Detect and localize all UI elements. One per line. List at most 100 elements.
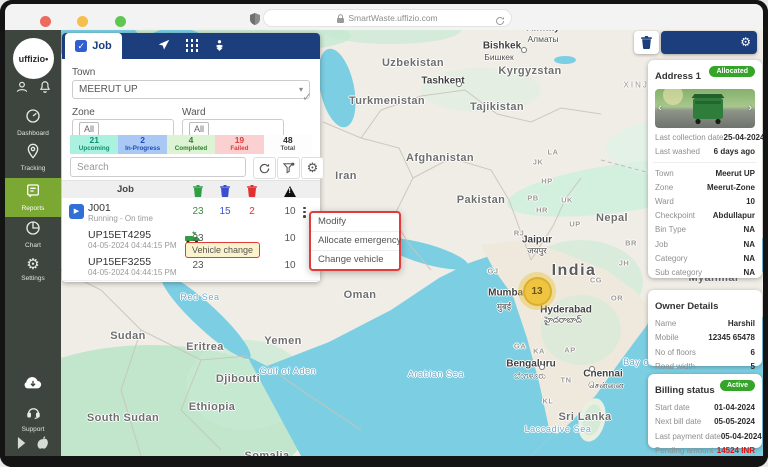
row-menu-icon[interactable] [303, 205, 306, 219]
cloud-sync-button[interactable] [5, 375, 61, 395]
window-frame [763, 0, 768, 467]
menu-item-allocate-emergency[interactable]: Allocate emergency [311, 232, 399, 251]
count-blue: 15 [214, 206, 236, 217]
reports-icon [25, 183, 41, 204]
job-column-header: Job [117, 184, 134, 195]
sidebar-item-settings[interactable]: ⚙ Settings [5, 256, 61, 282]
count-warning: 10 [279, 233, 301, 244]
detail-row: Bin TypeNA [655, 225, 755, 234]
google-play-icon[interactable] [17, 436, 28, 454]
address-title: Address 1 [655, 71, 701, 82]
detail-row: CategoryNA [655, 254, 755, 263]
count-green: 23 [187, 206, 209, 217]
tab-job[interactable]: ✓ Job [65, 33, 122, 59]
active-badge: Active [720, 380, 755, 391]
stat-completed[interactable]: 4Completed [167, 135, 215, 154]
town-select[interactable]: MEERUT UP ▾ [72, 80, 310, 99]
detail-row: Start date01-04-2024 [655, 403, 755, 412]
stat-total[interactable]: 48Total [264, 135, 312, 154]
detail-row: JobNA [655, 240, 755, 249]
town-label: Town [72, 67, 95, 78]
apple-icon[interactable] [37, 436, 49, 454]
vehicle-change-tooltip: Vehicle change [185, 242, 260, 258]
menu-item-change-vehicle[interactable]: Change vehicle [311, 251, 399, 269]
window-frame [0, 0, 768, 4]
count-warning: 10 [279, 260, 301, 271]
bin-photo[interactable]: ‹ › [655, 89, 755, 128]
window-zoom-button[interactable] [115, 16, 126, 27]
sidebar-label: Reports [5, 205, 61, 212]
filter-button[interactable] [277, 157, 300, 179]
apply-filter-check-icon[interactable]: ✓ [302, 90, 312, 104]
gear-icon[interactable]: ⚙ [740, 35, 751, 49]
carousel-prev-icon[interactable]: ‹ [658, 102, 662, 114]
sidebar-item-chart[interactable]: Chart [5, 220, 61, 249]
count-red: 2 [241, 206, 263, 217]
settings-button[interactable]: ⚙ [301, 157, 324, 179]
user-icon[interactable] [15, 80, 29, 99]
detail-row: CheckpointAbdullapur [655, 211, 755, 220]
job-status: Running - On time [88, 214, 153, 223]
navigation-arrow-icon[interactable] [157, 38, 171, 57]
checkbox-icon: ✓ [75, 40, 87, 52]
tracking-icon [25, 143, 41, 164]
table-row-j001[interactable]: ▶ J001 Running - On time 23 15 2 10 [62, 198, 320, 226]
allocated-badge: Allocated [709, 66, 755, 77]
lock-icon [337, 14, 344, 23]
url-text: SmartWaste.uffizio.com [348, 13, 437, 23]
tab-label: Job [92, 40, 112, 52]
stat-failed[interactable]: 19Failed [215, 135, 263, 154]
uffizio-logo[interactable]: uffizio• [13, 38, 54, 79]
owner-details-card: Owner Details NameHarshil Mobile12345 65… [648, 290, 762, 366]
vehicle-id: UP15ET4295 [88, 229, 151, 241]
detail-row: NameHarshil [655, 319, 755, 328]
detail-row: Pending amount14524 INR [655, 446, 755, 455]
window-minimize-button[interactable] [77, 16, 88, 27]
context-menu: Modify Allocate emergency Change vehicle [309, 211, 401, 271]
menu-item-modify[interactable]: Modify [311, 213, 399, 232]
pending-amount-value: 14524 INR [717, 446, 755, 455]
detail-row: No of floors6 [655, 348, 755, 357]
search-input[interactable] [70, 157, 246, 177]
person-pin-icon[interactable] [213, 38, 226, 57]
stat-in-progress[interactable]: 2In-Progress [118, 135, 166, 154]
divider [653, 162, 757, 163]
address-bar[interactable]: SmartWaste.uffizio.com [263, 9, 512, 27]
sidebar-label: Settings [5, 275, 61, 282]
vehicle-id: UP15EF3255 [88, 256, 151, 268]
count-warning: 10 [279, 206, 301, 217]
detail-row: TownMeerut UP [655, 169, 755, 178]
trash-button[interactable] [634, 31, 659, 54]
dashboard-icon [25, 108, 41, 129]
sidebar-item-reports[interactable]: Reports [5, 178, 61, 217]
job-id: J001 [88, 202, 111, 214]
town-value: MEERUT UP [79, 84, 138, 95]
carousel-next-icon[interactable]: › [748, 102, 752, 114]
gear-icon: ⚙ [307, 160, 319, 176]
window-frame [0, 0, 5, 467]
sidebar-label: Support [5, 426, 61, 433]
reload-icon[interactable] [495, 13, 505, 31]
route-lanes-icon[interactable] [185, 39, 199, 57]
sidebar-label: Tracking [5, 165, 61, 172]
bin-photo-image [655, 89, 755, 128]
refresh-button[interactable] [253, 157, 276, 179]
sidebar: uffizio• Dashboard Tracking Repo [5, 30, 61, 456]
stat-upcoming[interactable]: 21Upcoming [70, 135, 118, 154]
map-cluster-marker[interactable]: 13 [518, 272, 556, 310]
sidebar-item-tracking[interactable]: Tracking [5, 143, 61, 172]
detail-row: Road width5 [655, 362, 755, 371]
window-close-button[interactable] [40, 16, 51, 27]
address-card: Allocated Address 1 ‹ › Last collection [648, 60, 762, 278]
running-job-icon: ▶ [69, 204, 84, 219]
table-header: Job [62, 180, 320, 199]
sidebar-item-support[interactable]: Support [5, 405, 61, 433]
bell-icon[interactable] [38, 80, 52, 99]
sidebar-item-dashboard[interactable]: Dashboard [5, 108, 61, 137]
vehicle-timestamp: 04-05-2024 04:44:15 PM [88, 268, 177, 277]
owner-details-title: Owner Details [655, 301, 718, 312]
ward-label: Ward [182, 107, 206, 118]
detail-row: Last washed6 days ago [655, 147, 755, 156]
shield-icon[interactable] [250, 12, 260, 30]
vehicle-timestamp: 04-05-2024 04:44:15 PM [88, 241, 177, 250]
